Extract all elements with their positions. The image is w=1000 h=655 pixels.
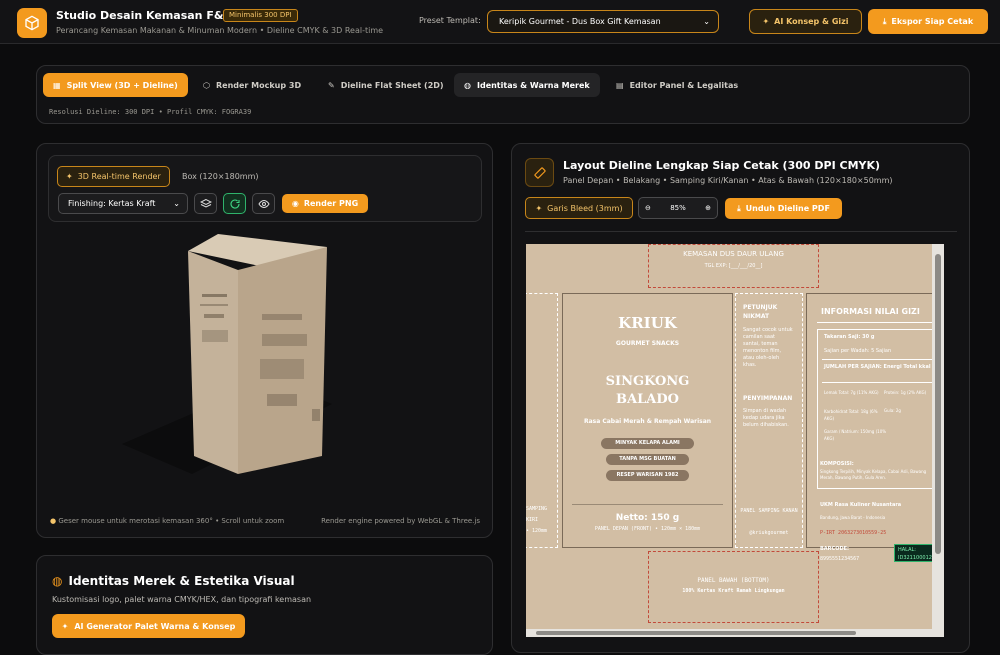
preset-select[interactable]: Keripik Gourmet - Dus Box Gift Kemasan ⌄ (487, 10, 719, 33)
eye-icon (257, 199, 270, 208)
box-3d-mockup[interactable] (122, 234, 342, 484)
horizontal-scrollbar[interactable] (526, 629, 932, 637)
nutrition-rule (822, 359, 942, 360)
box-size-label: Box (120×180mm) (182, 172, 259, 181)
sparkle-icon: ✦ (762, 17, 770, 26)
split-icon: ▦ (53, 80, 61, 90)
lightbulb-icon: ● (50, 517, 57, 525)
chevron-down-icon: ⌄ (703, 17, 710, 26)
social-handle: @kriukgourmet (749, 530, 789, 536)
layers-icon (199, 198, 212, 208)
brand-identity-panel: ◍ Identitas Merek & Estetika Visual Kust… (36, 555, 493, 655)
brand-name: KRIUK (618, 314, 677, 332)
side-panel-label: PANEL SAMPING KANAN (740, 508, 798, 514)
render-png-button[interactable]: ◉ Render PNG (282, 194, 368, 213)
nutrition-title: INFORMASI NILAI GIZI (821, 307, 920, 316)
sparkle-icon: ✦ (61, 621, 69, 631)
feature-pill: RESEP WARISAN 1982 (606, 470, 689, 481)
refresh-icon (230, 199, 240, 209)
render-controls: ✦ 3D Real-time Render Box (120×180mm) Fin… (48, 155, 482, 222)
finishing-select[interactable]: Finishing: Kertas Kraft ⌄ (58, 193, 188, 214)
storage-text: Simpan di wadah kedap udara jika belum d… (743, 408, 789, 428)
tab-brand-identity[interactable]: ◍ Identitas & Warna Merek (454, 73, 600, 97)
dpi-badge: Minimalis 300 DPI (223, 9, 298, 22)
camera-icon: ◉ (291, 199, 299, 208)
storage-title: PENYIMPANAN (743, 395, 793, 402)
document-icon: ▤ (616, 80, 624, 90)
dieline-sheet[interactable]: KEMASAN DUS DAUR ULANG TGL EXP: [___/___… (526, 244, 944, 637)
nutrition-rule (817, 322, 944, 323)
app-header: Studio Desain Kemasan F&B Minimalis 300 … (0, 0, 1000, 44)
ruler-icon (525, 158, 554, 187)
pirt-number: P-IRT 2063273010559-25 (820, 530, 887, 536)
app-subtitle: Perancang Kemasan Makanan & Minuman Mode… (56, 26, 384, 35)
identity-subtitle: Kustomisasi logo, palet warna CMYK/HEX, … (52, 595, 312, 604)
netto: Netto: 150 g (615, 513, 680, 523)
palette-icon: ◍ (464, 80, 471, 90)
cube-icon: ⬡ (203, 80, 210, 90)
tab-render-mockup[interactable]: ⬡ Render Mockup 3D (193, 73, 311, 97)
nutrition-rule (822, 382, 942, 383)
zoom-control: ⊖ 85% ⊕ (638, 197, 718, 219)
box-logo-icon (17, 8, 47, 38)
zoom-in-icon[interactable]: ⊕ (705, 204, 711, 212)
sparkle-icon: ✦ (66, 172, 73, 181)
zoom-level: 85% (670, 204, 686, 212)
sparkle-icon: ✦ (535, 203, 543, 213)
dieline-subtitle: Panel Depan • Belakang • Samping Kiri/Ka… (563, 176, 893, 185)
vertical-scrollbar[interactable] (932, 244, 944, 637)
usage-title: PETUNJUK NIKMAT (743, 304, 778, 320)
rotate-button[interactable] (223, 193, 246, 214)
app-title: Studio Desain Kemasan F&B (56, 9, 232, 22)
feature-pill: MINYAK KELAPA ALAMI (601, 438, 694, 449)
tab-panel-editor[interactable]: ▤ Editor Panel & Legalitas (606, 73, 748, 97)
ai-palette-generator-button[interactable]: ✦ AI Generator Palet Warna & Konsep (52, 614, 245, 638)
bottom-panel-title: PANEL BAWAH (BOTTOM) (697, 577, 770, 584)
zoom-out-icon[interactable]: ⊖ (645, 204, 651, 212)
palette-icon: ◍ (52, 574, 63, 588)
download-icon: ⤓ (882, 16, 887, 26)
scrollbar-thumb[interactable] (935, 254, 941, 554)
usage-text: Sangat cocok untuk camilan saat santai, … (743, 327, 793, 368)
front-panel-label: PANEL DEPAN (FRONT) • 120mm × 180mm (594, 526, 701, 532)
view-tabs-bar: ▦ Split View (3D + Dieline) ⬡ Render Mocku… (36, 65, 970, 124)
product-name-1: SINGKONG (605, 374, 690, 389)
layers-button[interactable] (194, 193, 217, 214)
realtime-render-badge: ✦ 3D Real-time Render (57, 166, 170, 187)
render-3d-panel: ✦ 3D Real-time Render Box (120×180mm) Fin… (36, 143, 493, 538)
download-dieline-button[interactable]: ⤓ Unduh Dieline PDF (725, 198, 842, 219)
chevron-down-icon: ⌄ (173, 199, 180, 208)
tagline: Rasa Cabai Merah & Rempah Warisan (583, 418, 712, 425)
preset-value: Keripik Gourmet - Dus Box Gift Kemasan (499, 17, 661, 26)
bleed-toggle-button[interactable]: ✦ Garis Bleed (3mm) (525, 197, 633, 219)
resolution-info: Resolusi Dieline: 300 DPI • Profil CMYK:… (49, 108, 252, 116)
exp-date: TGL EXP: [___/___/20__] (704, 263, 763, 269)
download-icon: ⤓ (737, 203, 741, 213)
divider (525, 231, 957, 232)
tab-split-view[interactable]: ▦ Split View (3D + Dieline) (43, 73, 188, 97)
product-name-2: BALADO (616, 392, 679, 407)
barcode-number: 8995551234567 (820, 556, 860, 562)
ai-concept-button[interactable]: ✦ AI Konsep & Gizi (749, 9, 862, 34)
dieline-title: Layout Dieline Lengkap Siap Cetak (300 D… (563, 159, 881, 172)
scrollbar-thumb[interactable] (536, 631, 856, 635)
engine-credit: Render engine powered by WebGL & Three.j… (321, 517, 480, 525)
ruler-icon: ✎ (328, 80, 335, 90)
tab-dieline-flat[interactable]: ✎ Dieline Flat Sheet (2D) (318, 73, 454, 97)
rotate-hint: ● Geser mouse untuk merotasi kemasan 360… (50, 517, 285, 525)
export-button[interactable]: ⤓ Ekspor Siap Cetak (868, 9, 988, 34)
brand-sub: GOURMET SNACKS (615, 340, 680, 347)
preset-label: Preset Templat: (419, 16, 481, 25)
preview-button[interactable] (252, 193, 275, 214)
identity-title: ◍ Identitas Merek & Estetika Visual (52, 574, 295, 588)
bottom-panel (648, 551, 819, 623)
bottom-panel-text: 100% Kertas Kraft Ramah Lingkungan (682, 588, 785, 594)
front-divider (572, 504, 723, 505)
dieline-panel: Layout Dieline Lengkap Siap Cetak (300 D… (511, 143, 970, 653)
top-panel-title: KEMASAN DUS DAUR ULANG (683, 250, 784, 258)
feature-pill: TANPA MSG BUATAN (606, 454, 689, 465)
